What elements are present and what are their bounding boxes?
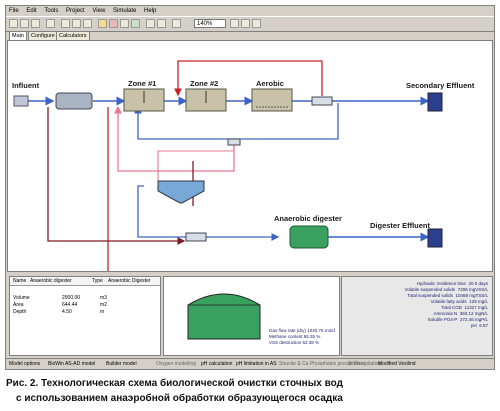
copy-icon[interactable] bbox=[72, 19, 81, 28]
label-zone2: Zone #2 bbox=[190, 79, 219, 88]
area-value[interactable]: 644.44 bbox=[62, 302, 77, 308]
model-options-button[interactable]: Model options bbox=[9, 359, 40, 369]
thickener bbox=[157, 180, 205, 204]
table-icon[interactable] bbox=[146, 19, 155, 28]
menu-bar: File Edit Tools Project View Simulate He… bbox=[6, 6, 494, 16]
gas-row: Gas flow rate (dry) 1040.76 m3/d bbox=[269, 328, 335, 333]
print-icon[interactable] bbox=[46, 19, 55, 28]
name-value[interactable]: Anaerobic digester bbox=[30, 278, 72, 284]
depth-label: Depth bbox=[13, 309, 27, 315]
run-icon[interactable] bbox=[98, 19, 107, 28]
status-builder: Builder model bbox=[106, 361, 137, 367]
results-panel: Hydraulic residence time 20.0 days Volat… bbox=[341, 276, 493, 356]
area-unit: m2 bbox=[100, 302, 107, 308]
label-digester-effluent: Digester Effluent bbox=[370, 221, 431, 230]
open-icon[interactable] bbox=[20, 19, 29, 28]
result-row: Volatile fatty acids 129 mg/L bbox=[430, 299, 488, 304]
depth-value[interactable]: 4.50 bbox=[62, 309, 72, 315]
menu-edit[interactable]: Edit bbox=[26, 8, 36, 14]
new-icon[interactable] bbox=[9, 19, 18, 28]
menu-help[interactable]: Help bbox=[144, 8, 156, 14]
splitter bbox=[311, 96, 333, 106]
save-icon[interactable] bbox=[31, 19, 40, 28]
element-properties: Name Anaerobic digester Type Anaerobic D… bbox=[9, 276, 161, 356]
menu-simulate[interactable]: Simulate bbox=[113, 8, 136, 14]
chart-icon[interactable] bbox=[120, 19, 129, 28]
depth-unit: m bbox=[100, 309, 105, 315]
name-label: Name bbox=[13, 278, 27, 284]
menu-project[interactable]: Project bbox=[66, 8, 85, 14]
aerobic-tank bbox=[251, 88, 293, 112]
biowin-window: File Edit Tools Project View Simulate He… bbox=[5, 5, 495, 370]
properties-panel: Name Anaerobic digester Type Anaerobic D… bbox=[7, 274, 493, 358]
result-row: Soluble PO4-P 272.46 mgP/L bbox=[427, 317, 488, 322]
volume-value[interactable]: 2900.00 bbox=[62, 295, 80, 301]
menu-tools[interactable]: Tools bbox=[44, 8, 58, 14]
status-oxygen: Oxygen modelling bbox=[156, 361, 197, 367]
type-value: Anaerobic Digester bbox=[108, 278, 151, 284]
figure-caption: Рис. 2. Технологическая схема биологичес… bbox=[6, 376, 494, 406]
status-ph-calc: pH calculation bbox=[201, 361, 233, 367]
cut-icon[interactable] bbox=[61, 19, 70, 28]
result-row: Volatile suspended solids 7206 mgVSS/L bbox=[404, 287, 488, 292]
result-row: Hydraulic residence time 20.0 days bbox=[416, 281, 488, 286]
settings-icon[interactable] bbox=[131, 19, 140, 28]
toolbar: 140% bbox=[6, 16, 494, 32]
help-icon[interactable] bbox=[252, 19, 261, 28]
status-ph-limit: pH limitation in AS bbox=[236, 361, 277, 367]
volume-unit: m3 bbox=[100, 295, 107, 301]
zoom-out-icon[interactable] bbox=[241, 19, 250, 28]
label-aerobic: Aerobic bbox=[256, 79, 284, 88]
label-secondary-effluent: Secondary Effluent bbox=[406, 81, 475, 90]
type-label: Type bbox=[92, 278, 103, 284]
ras-splitter bbox=[227, 138, 241, 146]
caption-line1: Рис. 2. Технологическая схема биологичес… bbox=[6, 378, 343, 389]
menu-view[interactable]: View bbox=[92, 8, 105, 14]
zoom-in-icon[interactable] bbox=[230, 19, 239, 28]
label-zone1: Zone #1 bbox=[128, 79, 157, 88]
zoom-select[interactable]: 140% bbox=[194, 19, 226, 28]
volume-label: Volume bbox=[13, 295, 30, 301]
status-bar: Model options BioWin AS-AD model Builder… bbox=[6, 358, 494, 369]
label-influent: Influent bbox=[12, 81, 40, 90]
result-row: Ammonia N 384.12 mgN/L bbox=[433, 311, 488, 316]
gas-row: VSS destruction 52.38 % bbox=[269, 340, 320, 345]
stop-icon[interactable] bbox=[109, 19, 118, 28]
label-anaerobic-digester: Anaerobic digester bbox=[274, 214, 342, 223]
report-icon[interactable] bbox=[157, 19, 166, 28]
select-icon[interactable] bbox=[172, 19, 181, 28]
digester-effluent-element bbox=[427, 228, 443, 248]
caption-line2: с использованием анаэробной обработки об… bbox=[16, 393, 343, 404]
status-modified: Modified Vesilind bbox=[378, 361, 416, 367]
process-diagram bbox=[13, 60, 443, 271]
status-model: BioWin AS-AD model bbox=[48, 361, 96, 367]
result-row: Total COD 11327 mg/L bbox=[441, 305, 488, 310]
result-row: pH 6.57 bbox=[470, 323, 488, 328]
result-row: Total suspended solids 10468 mgTSS/L bbox=[407, 293, 488, 298]
digester-shape bbox=[187, 293, 261, 340]
secondary-clarifier bbox=[427, 92, 443, 112]
menu-file[interactable]: File bbox=[9, 8, 19, 14]
digester-tank bbox=[289, 225, 329, 249]
paste-icon[interactable] bbox=[83, 19, 92, 28]
status-al-fe: Al Precipitation bbox=[348, 361, 382, 367]
influent-element bbox=[13, 95, 29, 107]
grit-chamber bbox=[55, 92, 93, 110]
digester-splitter bbox=[185, 232, 207, 242]
gas-row: Methane content 65.35 % bbox=[269, 334, 321, 339]
process-flow-canvas[interactable]: Influent Zone #1 Zone #2 Aerobic Seconda… bbox=[7, 40, 493, 272]
area-label: Area bbox=[13, 302, 24, 308]
